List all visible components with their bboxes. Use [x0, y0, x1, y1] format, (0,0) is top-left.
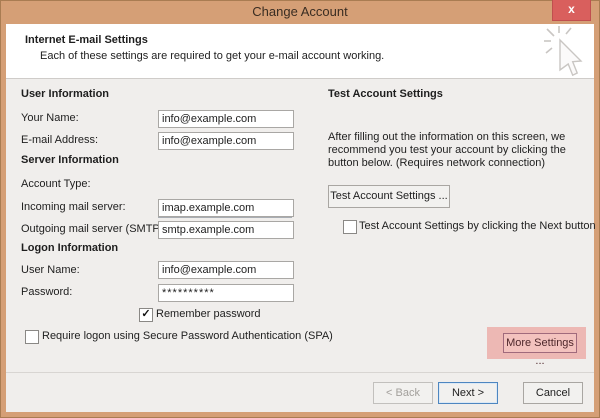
test-account-description: After filling out the information on thi… [328, 131, 586, 170]
user-name-label: User Name: [21, 264, 80, 276]
password-field[interactable] [158, 284, 294, 302]
spa-checkbox[interactable] [25, 330, 39, 344]
next-button[interactable]: Next > [438, 382, 498, 404]
close-icon: x [568, 2, 575, 16]
your-name-label: Your Name: [21, 112, 79, 124]
section-logon-information: Logon Information [21, 242, 118, 254]
more-settings-button[interactable]: More Settings ... [503, 333, 577, 353]
section-server-information: Server Information [21, 154, 119, 166]
window-title: Change Account [0, 0, 600, 24]
header-subtitle: Each of these settings are required to g… [40, 50, 384, 62]
incoming-server-field[interactable] [158, 199, 294, 217]
incoming-server-label: Incoming mail server: [21, 201, 126, 213]
your-name-field[interactable] [158, 110, 294, 128]
outgoing-server-label: Outgoing mail server (SMTP): [21, 223, 166, 235]
check-icon: ✓ [141, 308, 150, 320]
email-address-field[interactable] [158, 132, 294, 150]
email-address-label: E-mail Address: [21, 134, 98, 146]
spa-label: Require logon using Secure Password Auth… [42, 330, 333, 342]
header-title: Internet E-mail Settings [25, 34, 148, 46]
title-bar: Change Account x [0, 0, 600, 24]
test-account-settings-button[interactable]: Test Account Settings ... [328, 185, 450, 208]
section-test-account-settings: Test Account Settings [328, 88, 443, 100]
back-button[interactable]: < Back [373, 382, 433, 404]
account-type-label: Account Type: [21, 178, 91, 190]
password-label: Password: [21, 286, 72, 298]
cancel-button[interactable]: Cancel [523, 382, 583, 404]
cursor-click-icon [544, 26, 588, 81]
close-button[interactable]: x [552, 0, 591, 21]
outgoing-server-field[interactable] [158, 221, 294, 239]
remember-password-checkbox[interactable]: ✓ [139, 308, 153, 322]
test-on-next-checkbox[interactable] [343, 220, 357, 234]
section-user-information: User Information [21, 88, 109, 100]
user-name-field[interactable] [158, 261, 294, 279]
test-on-next-label: Test Account Settings by clicking the Ne… [359, 220, 596, 232]
dialog-header: Internet E-mail Settings Each of these s… [6, 24, 594, 79]
remember-password-label: Remember password [156, 308, 261, 320]
footer-divider [6, 372, 594, 373]
dialog-body: Internet E-mail Settings Each of these s… [6, 24, 594, 412]
change-account-dialog: Change Account x Internet E-mail Setting… [0, 0, 600, 418]
